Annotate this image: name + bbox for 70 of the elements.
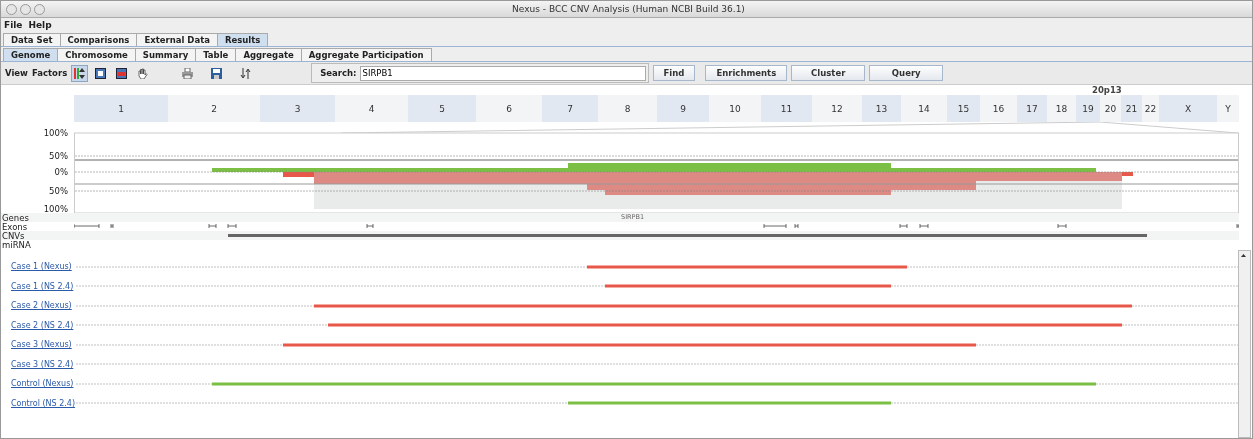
toolbar-button[interactable]: Enrichments	[705, 65, 788, 81]
toolbar-button[interactable]: Cluster	[791, 65, 866, 81]
search-label: Search:	[320, 68, 357, 78]
chromosome-band[interactable]: X	[1159, 95, 1217, 122]
tab[interactable]: Data Set	[3, 33, 61, 46]
track-label: CNVs	[1, 230, 26, 241]
chromosome-band[interactable]: 18	[1047, 95, 1076, 122]
axis-label: 100%	[43, 128, 68, 138]
chromosome-band[interactable]: 16	[980, 95, 1017, 122]
sample-link[interactable]: Case 1 (Nexus)	[1, 262, 74, 272]
toolbar-label: Factors	[31, 68, 68, 78]
sample-link[interactable]: Case 1 (NS 2.4)	[1, 281, 74, 291]
sort-icon	[240, 67, 252, 79]
toolbar-label: View	[5, 68, 28, 78]
tab[interactable]: Aggregate Participation	[300, 48, 432, 61]
search-field[interactable]: SIRPB1	[359, 65, 646, 81]
menu-item[interactable]: Help	[28, 20, 52, 30]
chromosome-band[interactable]: 7	[542, 95, 598, 122]
menu-item[interactable]: File	[4, 20, 23, 30]
tab[interactable]: Results	[216, 33, 269, 46]
sample-link[interactable]: Case 2 (Nexus)	[1, 301, 74, 311]
track-label: Genes	[1, 212, 30, 223]
arrows-icon	[74, 67, 86, 79]
track-label: miRNA	[1, 239, 32, 250]
chromosome-band[interactable]: 11	[761, 95, 812, 122]
chromosome-band[interactable]: 1	[74, 95, 168, 122]
scroll-up-icon[interactable]	[1239, 251, 1248, 259]
tab[interactable]: Table	[195, 48, 237, 61]
sample-link[interactable]: Control (NS 2.4)	[1, 398, 74, 408]
hand-icon	[137, 67, 149, 79]
axis-label: 0%	[54, 167, 68, 177]
chromosome-band[interactable]: 12	[812, 95, 862, 122]
chromosome-band[interactable]: 2	[168, 95, 260, 122]
tab[interactable]: Aggregate	[235, 48, 302, 61]
axis-label: 100%	[43, 204, 68, 214]
chromosome-band[interactable]: 3	[260, 95, 335, 122]
scrollbar[interactable]	[1238, 250, 1251, 438]
chromosome-band[interactable]: 5	[408, 95, 476, 122]
chromosome-band[interactable]: 4	[335, 95, 408, 122]
tool-button[interactable]	[71, 64, 89, 82]
sample-link[interactable]: Case 2 (NS 2.4)	[1, 320, 74, 330]
chromosome-band[interactable]: 9	[657, 95, 709, 122]
chromosome-band[interactable]: 15	[947, 95, 980, 122]
axis-label: 50%	[49, 186, 68, 196]
chromosome-band[interactable]: 22	[1142, 95, 1159, 122]
track-label: Exons	[1, 221, 29, 232]
chromosome-band[interactable]: 17	[1017, 95, 1047, 122]
chromosome-band[interactable]: 8	[598, 95, 657, 122]
chromosome-band[interactable]: 10	[709, 95, 761, 122]
tab[interactable]: Summary	[134, 48, 197, 61]
chromosome-band[interactable]: 13	[862, 95, 901, 122]
find-button[interactable]: Find	[652, 65, 696, 81]
tab[interactable]: Comparisons	[59, 33, 138, 46]
chromosome-band[interactable]: 6	[476, 95, 542, 122]
tab[interactable]: Chromosome	[57, 48, 136, 61]
axis-label: 50%	[49, 151, 68, 161]
chromosome-band[interactable]: 21	[1121, 95, 1142, 122]
chromosome-band[interactable]: 19	[1076, 95, 1100, 122]
printer-icon	[182, 67, 194, 79]
sample-link[interactable]: Case 3 (Nexus)	[1, 340, 74, 350]
chromosome-band[interactable]: Y	[1217, 95, 1239, 122]
chromosome-band[interactable]: 20	[1100, 95, 1121, 122]
chromosome-band[interactable]: 14	[901, 95, 947, 122]
band-label: 20p13	[1092, 85, 1122, 95]
tab[interactable]: Genome	[3, 48, 59, 61]
sample-link[interactable]: Case 3 (NS 2.4)	[1, 359, 74, 369]
window-title: Nexus - BCC CNV Analysis (Human NCBI Build 36.1)	[511, 4, 746, 14]
sample-link[interactable]: Control (Nexus)	[1, 379, 74, 389]
toolbar-button[interactable]: Query	[869, 65, 944, 81]
tab[interactable]: External Data	[136, 33, 218, 46]
